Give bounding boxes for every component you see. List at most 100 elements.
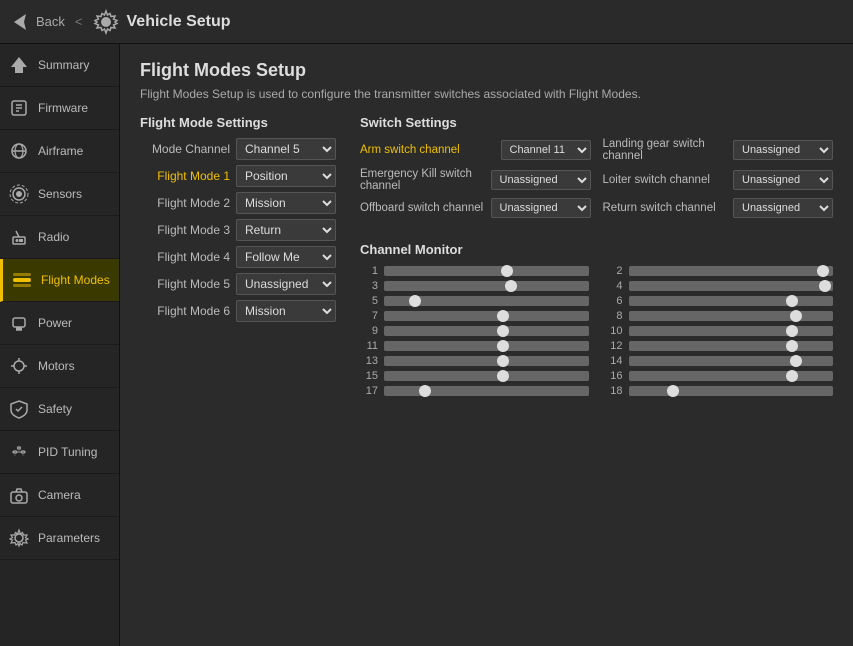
sidebar-label-parameters: Parameters: [38, 531, 100, 545]
channel-18-num: 18: [605, 385, 623, 397]
flight-mode-4-select[interactable]: Position Mission Return Follow Me Unassi…: [236, 246, 336, 268]
channel-10-dot: [786, 325, 798, 337]
channel-6-num: 6: [605, 295, 623, 307]
arm-switch-select[interactable]: Unassigned Channel 1 Channel 2 Channel 3…: [501, 140, 591, 160]
offboard-switch-select[interactable]: Unassigned Channel 1: [491, 198, 591, 218]
sidebar-item-safety[interactable]: Safety: [0, 388, 119, 431]
sidebar-item-flight-modes[interactable]: Flight Modes: [0, 259, 119, 302]
channel-10-bar: [629, 326, 834, 336]
topbar: Back < Vehicle Setup: [0, 0, 853, 44]
flight-mode-settings: Flight Mode Settings Mode Channel Channe…: [140, 115, 336, 397]
airframe-icon: [8, 140, 30, 162]
sidebar-item-summary[interactable]: Summary: [0, 44, 119, 87]
channel-4-bar: [629, 281, 834, 291]
channel-10-num: 10: [605, 325, 623, 337]
emergency-kill-select[interactable]: Unassigned Channel 1: [491, 170, 591, 190]
flight-mode-2-row: Flight Mode 2 Position Mission Return Fo…: [140, 192, 336, 214]
mode-channel-row: Mode Channel Channel 5 Channel 1 Channel…: [140, 138, 336, 160]
channel-6-bar: [629, 296, 834, 306]
switch-settings-title: Switch Settings: [360, 115, 833, 130]
offboard-switch-label: Offboard switch channel: [360, 202, 485, 214]
sidebar-item-radio[interactable]: Radio: [0, 216, 119, 259]
channel-13-num: 13: [360, 355, 378, 367]
channel-1-row: 1: [360, 265, 589, 277]
channel-10-row: 10: [605, 325, 834, 337]
channel-18-row: 18: [605, 385, 834, 397]
flight-mode-6-select[interactable]: Position Mission Return Follow Me Unassi…: [236, 300, 336, 322]
channel-7-row: 7: [360, 310, 589, 322]
channel-8-row: 8: [605, 310, 834, 322]
flight-modes-icon: [11, 269, 33, 291]
flight-mode-5-select[interactable]: Position Mission Return Follow Me Unassi…: [236, 273, 336, 295]
safety-icon: [8, 398, 30, 420]
sidebar-item-pid-tuning[interactable]: PID Tuning: [0, 431, 119, 474]
channel-1-bar: [384, 266, 589, 276]
flight-mode-6-label: Flight Mode 6: [140, 304, 230, 318]
channel-3-row: 3: [360, 280, 589, 292]
emergency-kill-label: Emergency Kill switch channel: [360, 168, 485, 192]
sidebar-item-parameters[interactable]: Parameters: [0, 517, 119, 560]
content-area: Flight Modes Setup Flight Modes Setup is…: [120, 44, 853, 646]
channel-16-dot: [786, 370, 798, 382]
back-button[interactable]: Back: [12, 12, 65, 32]
return-switch-select[interactable]: Unassigned Channel 1: [733, 198, 833, 218]
loiter-switch-select[interactable]: Unassigned Channel 1: [733, 170, 833, 190]
flight-mode-3-select[interactable]: Position Mission Return Follow Me Unassi…: [236, 219, 336, 241]
channel-13-row: 13: [360, 355, 589, 367]
channel-14-row: 14: [605, 355, 834, 367]
content-page-title: Flight Modes Setup: [140, 60, 833, 81]
channel-9-row: 9: [360, 325, 589, 337]
channel-11-num: 11: [360, 340, 378, 352]
sidebar-item-airframe[interactable]: Airframe: [0, 130, 119, 173]
sidebar: Summary Firmware: [0, 44, 120, 646]
offboard-switch-row: Offboard switch channel Unassigned Chann…: [360, 198, 591, 218]
sidebar-item-motors[interactable]: Motors: [0, 345, 119, 388]
sidebar-item-camera[interactable]: Camera: [0, 474, 119, 517]
channel-2-dot: [817, 265, 829, 277]
flight-mode-2-select[interactable]: Position Mission Return Follow Me Unassi…: [236, 192, 336, 214]
sensors-icon: [8, 183, 30, 205]
channel-4-row: 4: [605, 280, 834, 292]
channel-17-num: 17: [360, 385, 378, 397]
channel-7-dot: [497, 310, 509, 322]
channel-9-bar: [384, 326, 589, 336]
channel-9-num: 9: [360, 325, 378, 337]
channel-5-dot: [409, 295, 421, 307]
channel-3-bar: [384, 281, 589, 291]
sidebar-label-camera: Camera: [38, 488, 81, 502]
channel-12-num: 12: [605, 340, 623, 352]
channel-monitor-title: Channel Monitor: [360, 242, 833, 257]
sidebar-label-flight-modes: Flight Modes: [41, 273, 110, 287]
sidebar-label-summary: Summary: [38, 58, 89, 72]
sidebar-item-firmware[interactable]: Firmware: [0, 87, 119, 130]
sidebar-label-pid-tuning: PID Tuning: [38, 445, 97, 459]
firmware-icon: [8, 97, 30, 119]
camera-icon: [8, 484, 30, 506]
radio-icon: [8, 226, 30, 248]
channel-16-num: 16: [605, 370, 623, 382]
plane-icon: [12, 12, 32, 32]
flight-mode-4-row: Flight Mode 4 Position Mission Return Fo…: [140, 246, 336, 268]
loiter-switch-row: Loiter switch channel Unassigned Channel…: [603, 168, 834, 192]
landing-gear-select[interactable]: Unassigned Channel 1: [733, 140, 833, 160]
channel-8-num: 8: [605, 310, 623, 322]
sidebar-item-power[interactable]: Power: [0, 302, 119, 345]
mode-channel-select[interactable]: Channel 5 Channel 1 Channel 2 Channel 3 …: [236, 138, 336, 160]
channel-17-bar: [384, 386, 589, 396]
channel-7-bar: [384, 311, 589, 321]
channel-3-num: 3: [360, 280, 378, 292]
channel-12-row: 12: [605, 340, 834, 352]
motors-icon: [8, 355, 30, 377]
channel-14-bar: [629, 356, 834, 366]
channel-11-bar: [384, 341, 589, 351]
channel-14-dot: [790, 355, 802, 367]
sidebar-label-power: Power: [38, 316, 72, 330]
channel-16-bar: [629, 371, 834, 381]
emergency-kill-row: Emergency Kill switch channel Unassigned…: [360, 168, 591, 192]
sidebar-label-firmware: Firmware: [38, 101, 88, 115]
channel-18-dot: [667, 385, 679, 397]
channel-1-num: 1: [360, 265, 378, 277]
sidebar-item-sensors[interactable]: Sensors: [0, 173, 119, 216]
flight-mode-1-select[interactable]: Position Mission Return Follow Me Unassi…: [236, 165, 336, 187]
content-page-description: Flight Modes Setup is used to configure …: [140, 87, 833, 101]
